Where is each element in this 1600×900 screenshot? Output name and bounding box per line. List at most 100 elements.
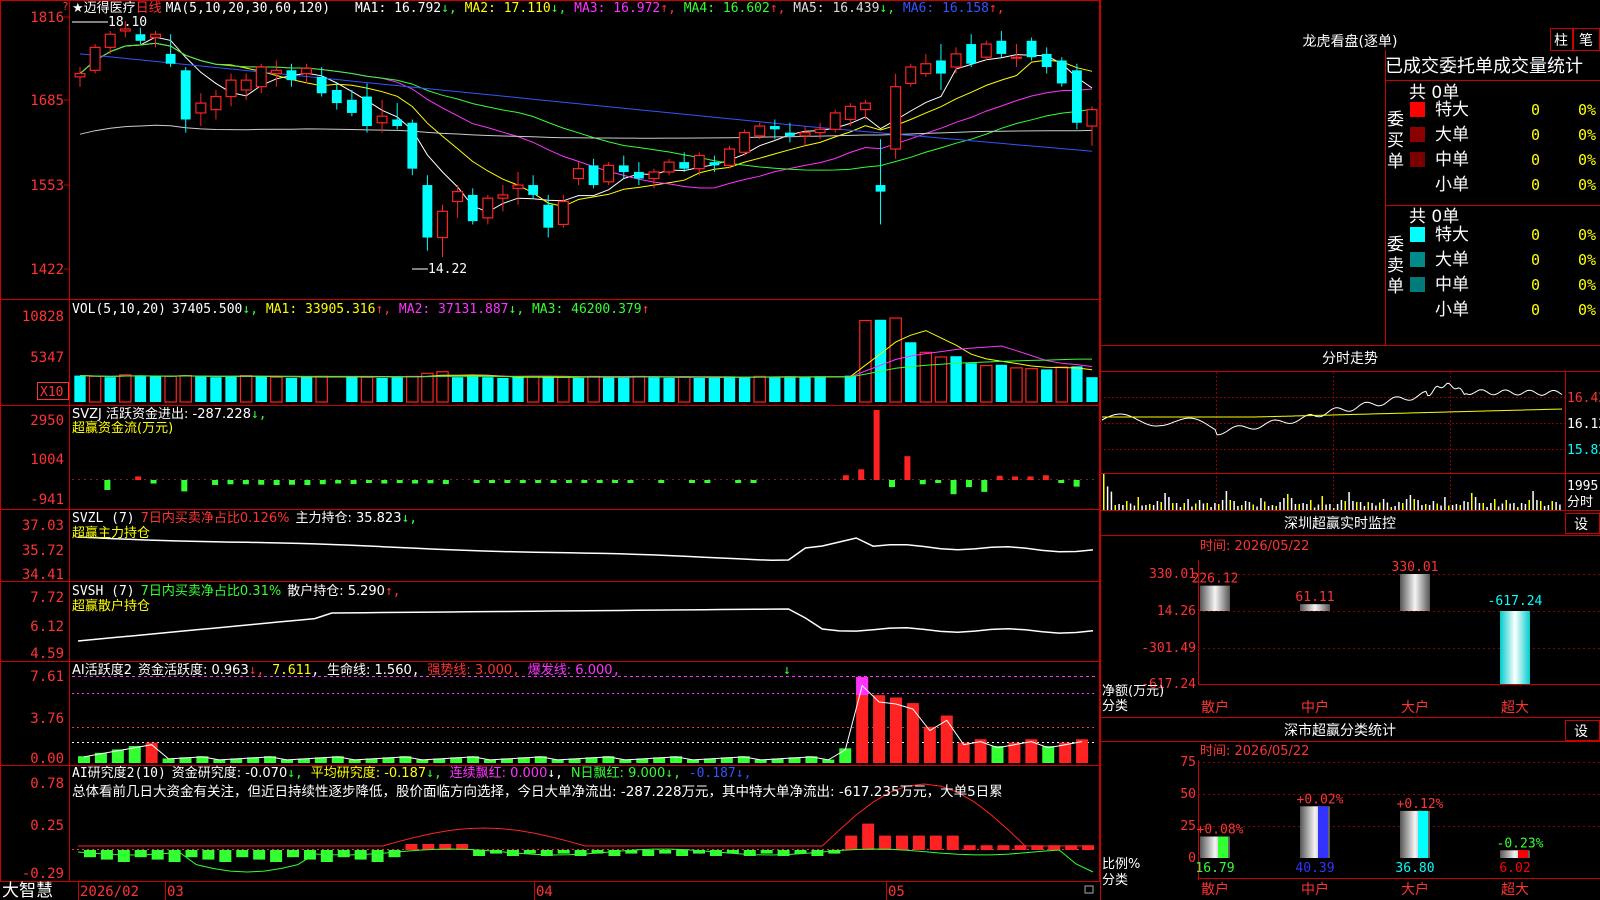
main-holding-panel[interactable] — [77, 536, 1094, 562]
ma-value-6: MA6: 16.158 — [895, 1, 989, 16]
intraday-volume-bar — [1467, 502, 1469, 510]
ai-activity-bar — [78, 756, 90, 763]
order-type-label: 大单 — [1435, 250, 1469, 270]
intraday-volume-bar — [1478, 503, 1481, 510]
kline-price-panel[interactable]: 18.10 14.22 — [72, 15, 1098, 277]
intraday-volume-bar — [1448, 505, 1450, 510]
intraday-volume-bar — [1413, 499, 1415, 510]
fund-flow-bar — [935, 480, 942, 483]
class-stats-panel[interactable]: 深市超赢分类统计 设 时间: 2026/05/22 7550250 +0.08%… — [1102, 722, 1600, 898]
intraday-volume-bar — [1122, 505, 1124, 510]
fund-flow-bar — [1073, 480, 1080, 487]
volume-bar — [88, 375, 102, 403]
fund-flow-panel[interactable] — [72, 410, 1095, 495]
svg-text:-0.29: -0.29 — [22, 866, 64, 882]
fund-flow-bar — [212, 480, 219, 485]
intraday-volume-bar — [1329, 504, 1331, 510]
research-bar — [405, 844, 418, 850]
volume-bar — [557, 376, 570, 403]
intraday-volume-bar — [1229, 500, 1231, 510]
svg-text:7.72: 7.72 — [30, 590, 64, 606]
volume-bar — [874, 319, 887, 402]
intraday-volume-bar — [1114, 505, 1116, 510]
ma-values: MA1: 16.792↓, MA2: 17.110↓, MA3: 16.972↑… — [355, 1, 1005, 16]
intraday-panel[interactable]: 分时走势 16.42 16.12 15.82 1995 分时 — [1100, 351, 1600, 510]
volume-bar — [451, 377, 464, 402]
ai-activity-panel[interactable] — [72, 676, 1095, 764]
fund-flow-bar — [612, 480, 619, 483]
candle-body — [754, 125, 766, 137]
intraday-volume-bar — [1543, 506, 1546, 510]
volume-bar — [1025, 368, 1038, 403]
candle-body — [844, 105, 856, 121]
fund-flow-bar — [627, 480, 634, 483]
volume-panel[interactable] — [74, 317, 1098, 403]
intraday-volume-bar — [1175, 503, 1178, 510]
volume-bar — [255, 376, 267, 402]
fund-flow-bar — [596, 480, 603, 483]
low-marker: 14.22 — [428, 262, 467, 277]
monitor-settings-button[interactable]: 设 — [1574, 517, 1588, 533]
realtime-monitor-panel[interactable]: 深圳超赢实时监控 设 时间: 2026/05/22 330.01 14.26 -30… — [1102, 515, 1600, 716]
volume-bar — [814, 376, 826, 402]
svzl-header: SVZL (7) 7日内买卖净占比0.126% 主力持仓: 35.823↓, — [72, 510, 417, 526]
volume-bar — [677, 376, 691, 403]
lock-icon[interactable] — [1084, 885, 1094, 894]
intraday-title: 分时走势 — [1322, 351, 1378, 367]
volume-bar — [769, 377, 781, 402]
candle-body — [286, 70, 297, 81]
intraday-volume-bar — [1183, 503, 1185, 510]
stats-tabs[interactable]: 已成交委托单成交量统计 — [1385, 56, 1583, 77]
candle-body — [1010, 56, 1022, 59]
research-bar — [168, 850, 181, 862]
intraday-volume-bar — [1248, 502, 1251, 510]
volume-bar — [723, 376, 736, 402]
monitor-bar-label: 散户 — [1201, 699, 1229, 716]
svg-text:34.41: 34.41 — [22, 567, 64, 583]
fund-flow-bar — [889, 480, 895, 488]
class-bar-value: 16.79 — [1195, 861, 1234, 876]
class-settings-button[interactable]: 设 — [1574, 724, 1588, 740]
class-bar-value: 36.80 — [1395, 861, 1434, 876]
intraday-volume-bar — [1110, 491, 1113, 510]
tab-bar-chart[interactable]: 柱 — [1554, 33, 1568, 49]
intraday-volume-bar — [1325, 504, 1327, 510]
intraday-volume-bar — [1559, 504, 1561, 510]
intraday-volume-bar — [1390, 507, 1392, 510]
monitor-bar-value: -617.24 — [1488, 594, 1543, 609]
intraday-volume-bar — [1149, 504, 1151, 510]
candle-body — [1026, 40, 1037, 58]
intraday-volume-bar — [1402, 503, 1404, 510]
tab-tick[interactable]: 笔 — [1579, 33, 1593, 49]
intraday-volume-bar — [1501, 503, 1504, 510]
intraday-volume-bars — [1103, 474, 1561, 510]
candle-body — [497, 194, 509, 199]
fund-flow-bar — [550, 480, 557, 483]
candle-body — [165, 53, 176, 64]
candle-body — [150, 33, 162, 39]
svsh-axis: 7.72 6.12 4.59 — [30, 590, 64, 662]
dragon-tiger-panel: 龙虎看盘(逐单) 柱 笔 已成交委托单成交量统计 共 0单 共 0单 委买单 委… — [1303, 33, 1597, 320]
fund-flow-bar — [396, 480, 403, 484]
svg-text:分类: 分类 — [1102, 699, 1128, 714]
class-bar-label: 散户 — [1201, 881, 1229, 898]
retail-holding-panel[interactable] — [77, 608, 1094, 642]
high-marker: 18.10 — [108, 15, 147, 30]
volume-bar — [572, 377, 585, 402]
intraday-volume-bar — [1103, 474, 1105, 510]
intraday-volume-bar — [1267, 506, 1270, 510]
svg-text:0.25: 0.25 — [30, 818, 64, 834]
retail-holding-line — [77, 608, 1094, 642]
fund-flow-bar — [658, 480, 665, 483]
volume-bar — [663, 377, 675, 402]
research-bar — [980, 845, 993, 850]
fund-flow-bar — [227, 480, 234, 485]
kline-candles — [74, 21, 1098, 258]
intraday-volume-bar — [1528, 500, 1530, 510]
ai-activity-bar — [873, 695, 886, 763]
research-bar — [997, 845, 1010, 850]
research-bar — [929, 835, 942, 850]
candle-body — [1086, 109, 1098, 127]
fund-flow-bar — [904, 456, 911, 480]
ma-value-3: MA3: 16.972 — [566, 1, 660, 16]
